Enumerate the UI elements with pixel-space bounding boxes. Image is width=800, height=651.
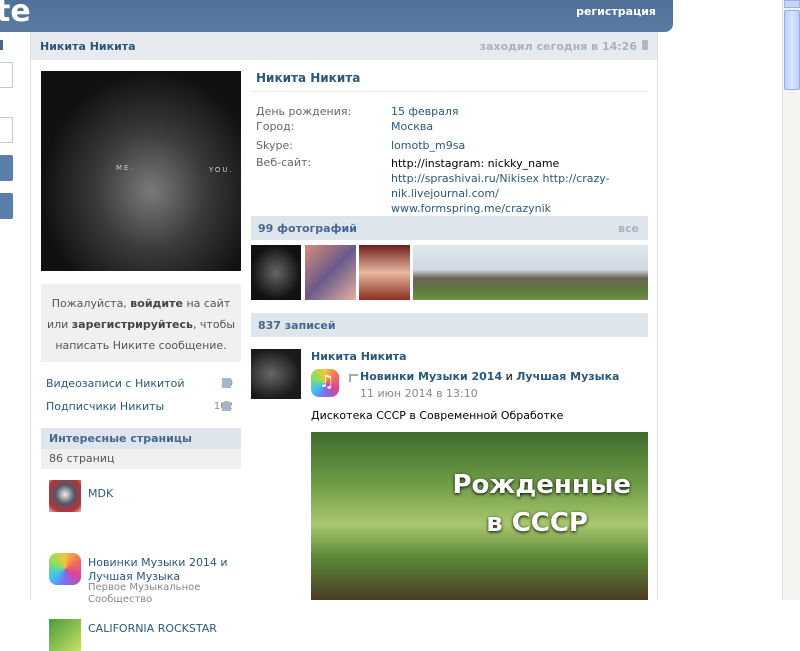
seat-label-me: ME. bbox=[116, 164, 135, 172]
post-image-caption: в СССР bbox=[486, 508, 588, 538]
interesting-pages-header[interactable]: Интересные страницы bbox=[41, 428, 241, 449]
skype-value[interactable]: lomotb_m9sa bbox=[391, 139, 465, 152]
password-field[interactable] bbox=[0, 117, 13, 143]
email-field[interactable] bbox=[0, 62, 13, 88]
skype-label: Skype: bbox=[256, 139, 293, 152]
logo[interactable]: te bbox=[0, 0, 31, 29]
top-bar: te регистрация bbox=[0, 0, 673, 32]
post-image-caption: Рожденные bbox=[452, 470, 632, 500]
scrollbar-thumb[interactable] bbox=[784, 10, 800, 90]
source-and: и bbox=[502, 370, 517, 383]
city-value[interactable]: Москва bbox=[391, 120, 433, 133]
page-thumb-mdk[interactable] bbox=[49, 480, 81, 512]
repost-icon bbox=[349, 374, 358, 382]
website-link[interactable]: www.formspring.me/crazynik bbox=[391, 202, 551, 215]
page-desc-music: Первое Музыкальное Сообщество bbox=[88, 582, 201, 605]
source-link[interactable]: Новинки Музыки 2014 bbox=[360, 370, 502, 383]
post-text: Дискотека СССР в Современной Обработке bbox=[311, 409, 564, 422]
wall-title: 837 записей bbox=[258, 319, 336, 332]
page-link-music[interactable]: Новинки Музыки 2014 и Лучшая Музыка bbox=[88, 556, 238, 584]
prompt-text: Пожалуйста, bbox=[51, 297, 131, 310]
profile-header-name: Никита Никита bbox=[40, 40, 136, 53]
photo-thumb[interactable] bbox=[251, 245, 301, 300]
login-label-fragment bbox=[0, 40, 3, 50]
film-icon bbox=[222, 378, 231, 388]
login-link[interactable]: войдите bbox=[130, 297, 183, 310]
photo-thumb[interactable] bbox=[359, 245, 410, 300]
birthday-value[interactable]: 15 февраля bbox=[391, 105, 459, 118]
login-prompt: Пожалуйста, войдите на сайт или зарегист… bbox=[41, 284, 241, 362]
scrollbar[interactable] bbox=[782, 0, 800, 600]
login-button[interactable] bbox=[0, 155, 13, 181]
profile-panel: Никита Никита заходил сегодня в 14:26 ME… bbox=[30, 32, 658, 651]
last-seen: заходил сегодня в 14:26 bbox=[479, 40, 637, 53]
page-thumb-california[interactable] bbox=[49, 619, 81, 651]
register-button[interactable] bbox=[0, 193, 13, 219]
music-group-icon[interactable]: ♫ bbox=[311, 369, 339, 397]
page-thumb-music[interactable] bbox=[49, 553, 81, 585]
website-text: http://instagram: nickky_name bbox=[391, 157, 560, 170]
photos-title: 99 фотографий bbox=[258, 222, 357, 235]
mobile-icon bbox=[642, 40, 648, 50]
photos-header[interactable]: 99 фотографий все bbox=[251, 216, 648, 240]
profile-header: Никита Никита заходил сегодня в 14:26 bbox=[31, 32, 657, 60]
seat-label-you: YOU. bbox=[209, 166, 234, 174]
website-value: http://instagram: nickky_name http://spr… bbox=[391, 156, 651, 216]
website-label: Веб-сайт: bbox=[256, 156, 312, 169]
page-link-mdk[interactable]: MDK bbox=[88, 487, 113, 501]
post-source: Новинки Музыки 2014 и Лучшая Музыка bbox=[360, 370, 619, 383]
website-link[interactable]: http://sprashivai.ru/Nikisex bbox=[391, 172, 539, 185]
videos-link[interactable]: Видеозаписи с Никитой bbox=[46, 377, 184, 390]
page-link-california[interactable]: CALIFORNIA ROCKSTAR bbox=[88, 622, 217, 636]
city-label: Город: bbox=[256, 120, 295, 133]
birthday-label: День рождения: bbox=[256, 105, 352, 118]
register-link-inline[interactable]: зарегистрируйтесь bbox=[72, 318, 193, 331]
photo-thumb[interactable] bbox=[305, 245, 356, 300]
followers-link[interactable]: Подписчики Никиты bbox=[46, 400, 164, 413]
source-link[interactable]: Лучшая Музыка bbox=[516, 370, 619, 383]
wall-header[interactable]: 837 записей bbox=[251, 313, 648, 337]
scroll-up-button[interactable] bbox=[784, 0, 800, 8]
interesting-pages-count: 86 страниц bbox=[41, 449, 241, 469]
register-link[interactable]: регистрация bbox=[576, 5, 656, 18]
post-image[interactable]: Рожденные в СССР bbox=[311, 432, 648, 600]
photos-all-link[interactable]: все bbox=[618, 222, 639, 235]
post-date[interactable]: 11 июн 2014 в 13:10 bbox=[360, 387, 478, 400]
people-icon bbox=[222, 401, 231, 411]
post-author[interactable]: Никита Никита bbox=[311, 350, 407, 363]
divider bbox=[251, 91, 648, 92]
profile-name: Никита Никита bbox=[256, 71, 361, 85]
post-author-avatar[interactable] bbox=[251, 349, 301, 399]
profile-photo[interactable]: ME. YOU. bbox=[41, 71, 241, 271]
photo-thumb-panorama[interactable] bbox=[413, 245, 648, 300]
